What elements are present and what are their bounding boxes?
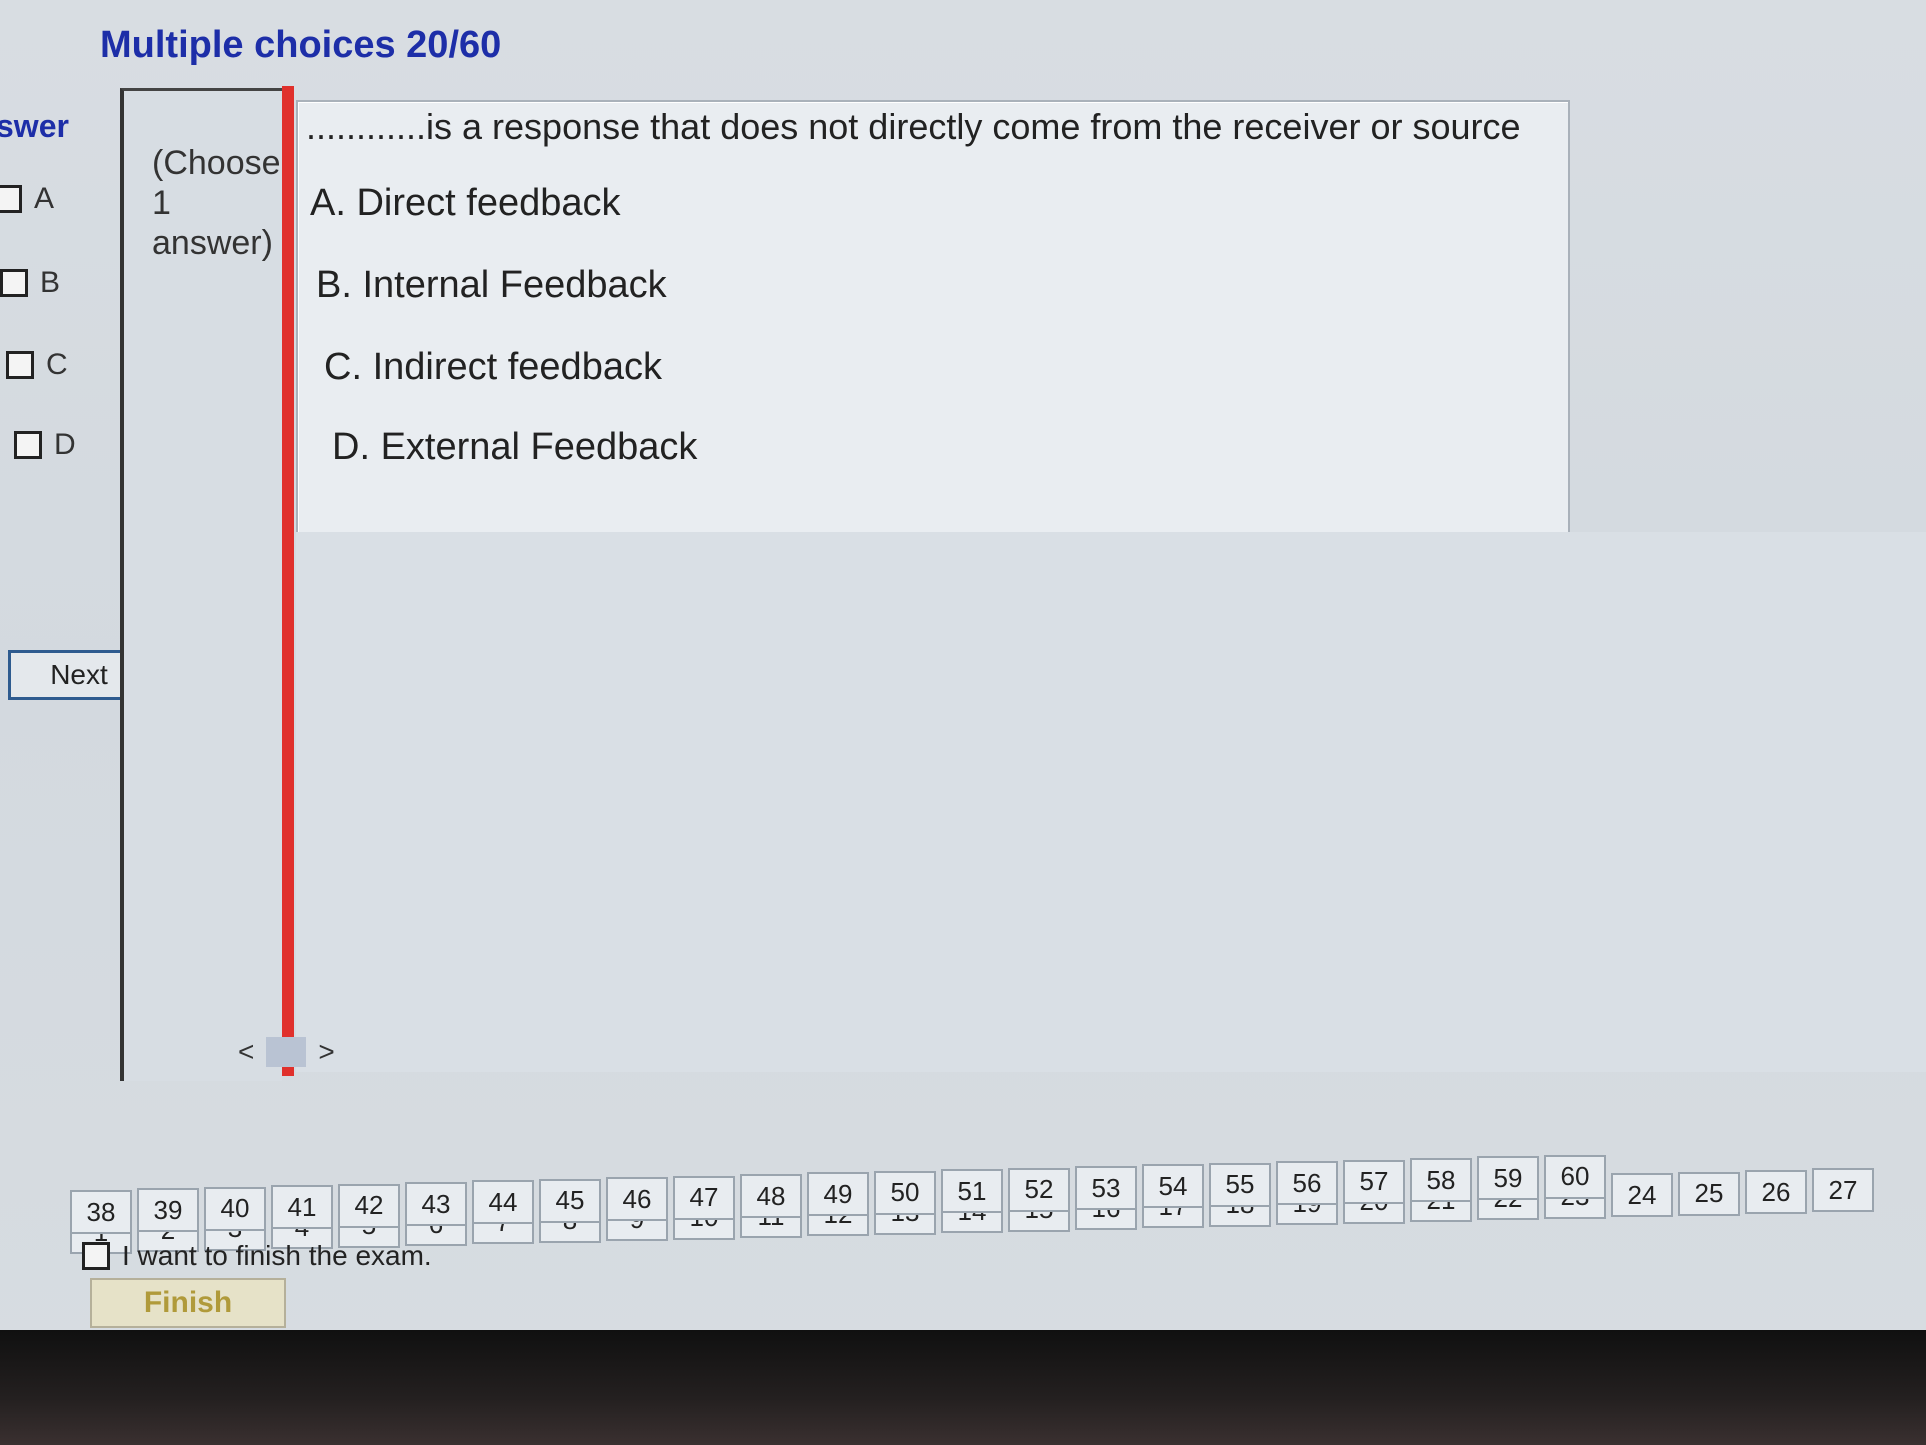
option-text: Indirect feedback (372, 346, 662, 388)
content-area (296, 532, 1926, 1072)
chevron-right-icon[interactable]: > (318, 1036, 334, 1068)
question-number-button[interactable]: 53 (1075, 1166, 1137, 1210)
question-number-button[interactable]: 41 (271, 1185, 333, 1230)
checkbox-icon[interactable] (6, 351, 34, 379)
answer-choice-label: D (54, 428, 76, 461)
question-number-button[interactable]: 57 (1343, 1159, 1405, 1204)
instruction-panel: (Choose 1 answer) (120, 88, 282, 1081)
instruction-text: (Choose 1 answer) (152, 144, 281, 262)
checkbox-icon[interactable] (82, 1242, 110, 1270)
scroll-nav: < > (238, 1036, 335, 1068)
finish-confirm-row[interactable]: I want to finish the exam. (82, 1240, 432, 1272)
question-number-button[interactable]: 47 (673, 1175, 735, 1220)
question-number-button[interactable]: 51 (941, 1169, 1003, 1214)
question-number-button[interactable]: 40 (204, 1186, 266, 1231)
answer-choice-label: C (46, 348, 68, 381)
question-number-button[interactable]: 27 (1812, 1168, 1874, 1213)
scroll-thumb[interactable] (266, 1037, 307, 1067)
question-number-button[interactable]: 60 (1544, 1154, 1606, 1199)
question-number-button[interactable]: 26 (1745, 1170, 1807, 1214)
finish-confirm-label: I want to finish the exam. (122, 1240, 432, 1271)
answer-choice-b[interactable]: B (0, 266, 60, 300)
question-number-button[interactable]: 58 (1410, 1158, 1472, 1202)
question-text: ............is a response that does not … (306, 106, 1521, 147)
option-text: External Feedback (380, 426, 698, 468)
red-divider-bar (282, 86, 294, 1076)
option-letter: C. (324, 346, 362, 388)
chevron-left-icon[interactable]: < (238, 1036, 254, 1068)
question-number-button[interactable]: 42 (338, 1183, 400, 1228)
answer-header: swer (0, 108, 69, 144)
question-number-button[interactable]: 39 (137, 1188, 199, 1233)
question-number-button[interactable]: 38 (70, 1190, 132, 1234)
option-letter: D. (332, 426, 370, 468)
question-box: ............is a response that does not … (296, 100, 1570, 534)
question-number-button[interactable]: 48 (740, 1174, 802, 1218)
question-number-button[interactable]: 52 (1008, 1167, 1070, 1212)
question-number-button[interactable]: 54 (1142, 1164, 1204, 1209)
question-number-button[interactable]: 46 (606, 1177, 668, 1222)
question-number-button[interactable]: 45 (539, 1178, 601, 1223)
question-number-button[interactable]: 49 (807, 1172, 869, 1217)
option-d: D. External Feedback (332, 426, 697, 469)
question-number-button[interactable]: 24 (1611, 1173, 1673, 1218)
option-letter: B. (316, 264, 352, 306)
answer-choice-d[interactable]: D (14, 428, 76, 462)
question-number-button[interactable]: 50 (874, 1170, 936, 1215)
option-text: Internal Feedback (362, 264, 667, 306)
checkbox-icon[interactable] (0, 269, 28, 297)
page-title: Multiple choices 20/60 (100, 24, 502, 66)
monitor-bezel (0, 1330, 1926, 1445)
exam-screen: Multiple choices 20/60 swer A B C D Next… (0, 0, 1926, 1370)
finish-button[interactable]: Finish (90, 1278, 286, 1328)
question-number-button[interactable]: 44 (472, 1180, 534, 1225)
checkbox-icon[interactable] (14, 431, 42, 459)
option-a: A. Direct feedback (310, 182, 620, 225)
answer-choice-a[interactable]: A (0, 182, 54, 216)
option-letter: A. (310, 182, 346, 224)
answer-choice-label: B (40, 266, 61, 299)
question-number-button[interactable]: 43 (405, 1182, 467, 1226)
question-number-button[interactable]: 25 (1678, 1171, 1740, 1216)
option-b: B. Internal Feedback (316, 264, 667, 307)
question-navigator: 1234567891011121314151617181920212223242… (40, 1090, 1926, 1340)
option-text: Direct feedback (356, 182, 621, 224)
answer-choice-label: A (34, 182, 55, 215)
option-c: C. Indirect feedback (324, 346, 662, 389)
answer-choice-c[interactable]: C (6, 348, 68, 382)
question-number-button[interactable]: 56 (1276, 1161, 1338, 1206)
question-number-button[interactable]: 59 (1477, 1156, 1539, 1201)
checkbox-icon[interactable] (0, 185, 22, 213)
question-number-button[interactable]: 55 (1209, 1162, 1271, 1207)
